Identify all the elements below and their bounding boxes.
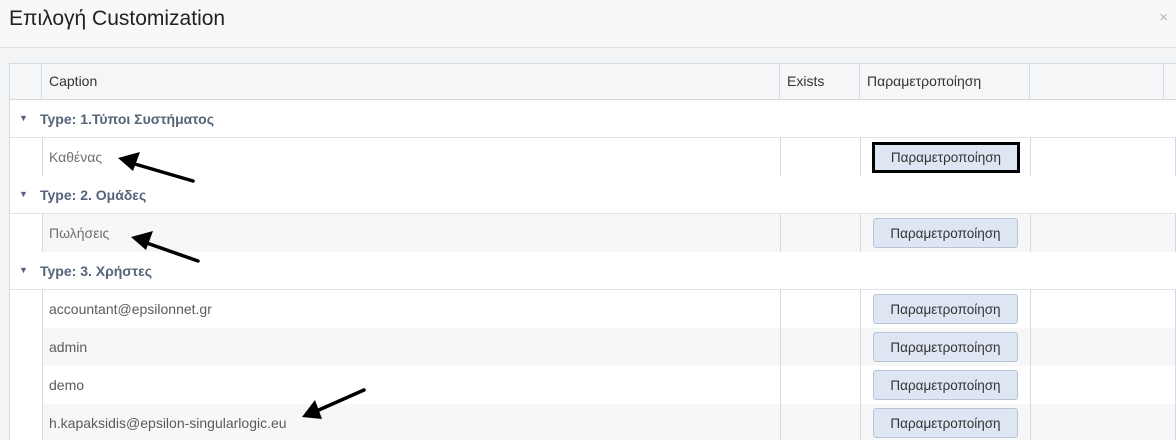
close-icon[interactable]: × — [1159, 10, 1168, 25]
row-extra — [1030, 138, 1176, 176]
row-extra — [1030, 290, 1176, 328]
row-caption: h.kapaksidis@epsilon-singularlogic.eu — [42, 404, 780, 440]
row-param-cell: Παραμετροποίηση — [860, 290, 1030, 328]
customization-grid: Caption Exists Παραμετροποίηση ▼ Type: 1… — [9, 63, 1176, 440]
column-header-extra — [1030, 64, 1164, 99]
collapse-triangle-icon[interactable]: ▼ — [19, 189, 28, 199]
column-header-caption[interactable]: Caption — [42, 64, 780, 99]
table-row[interactable]: Πωλήσεις Παραμετροποίηση — [42, 214, 1176, 252]
group-row[interactable]: ▼ Type: 3. Χρήστες — [10, 252, 1176, 290]
group-label: Type: 2. Ομάδες — [40, 187, 147, 203]
row-caption: Καθένας — [42, 138, 780, 176]
row-extra — [1030, 214, 1176, 252]
table-row[interactable]: Καθένας Παραμετροποίηση — [42, 138, 1176, 176]
row-caption: demo — [42, 366, 780, 404]
table-row[interactable]: accountant@epsilonnet.gr Παραμετροποίηση — [42, 290, 1176, 328]
row-caption: Πωλήσεις — [42, 214, 780, 252]
column-header-param[interactable]: Παραμετροποίηση — [860, 64, 1030, 99]
table-row[interactable]: h.kapaksidis@epsilon-singularlogic.eu Πα… — [42, 404, 1176, 440]
row-caption: admin — [42, 328, 780, 366]
row-exists — [780, 366, 860, 404]
row-extra — [1030, 328, 1176, 366]
param-button[interactable]: Παραμετροποίηση — [872, 142, 1020, 173]
param-button[interactable]: Παραμετροποίηση — [873, 332, 1018, 362]
row-param-cell: Παραμετροποίηση — [860, 214, 1030, 252]
row-param-cell: Παραμετροποίηση — [860, 366, 1030, 404]
collapse-triangle-icon[interactable]: ▼ — [19, 113, 28, 123]
row-exists — [780, 290, 860, 328]
group-row[interactable]: ▼ Type: 2. Ομάδες — [10, 176, 1176, 214]
param-button[interactable]: Παραμετροποίηση — [873, 294, 1018, 324]
param-button[interactable]: Παραμετροποίηση — [873, 408, 1018, 438]
table-row[interactable]: demo Παραμετροποίηση — [42, 366, 1176, 404]
dialog-header: Επιλογή Customization × — [0, 0, 1176, 48]
group-label: Type: 1.Τύποι Συστήματος — [40, 111, 214, 127]
grid-header: Caption Exists Παραμετροποίηση — [10, 64, 1176, 100]
param-button[interactable]: Παραμετροποίηση — [873, 370, 1018, 400]
row-exists — [780, 404, 860, 440]
row-exists — [780, 138, 860, 176]
dialog-title: Επιλογή Customization — [9, 7, 226, 30]
row-exists — [780, 214, 860, 252]
row-extra — [1030, 366, 1176, 404]
row-param-cell: Παραμετροποίηση — [860, 404, 1030, 440]
group-label: Type: 3. Χρήστες — [40, 263, 153, 279]
group-indent-header — [10, 64, 42, 99]
column-header-exists[interactable]: Exists — [780, 64, 860, 99]
group-row[interactable]: ▼ Type: 1.Τύποι Συστήματος — [10, 100, 1176, 138]
row-param-cell: Παραμετροποίηση — [860, 328, 1030, 366]
row-caption: accountant@epsilonnet.gr — [42, 290, 780, 328]
param-button[interactable]: Παραμετροποίηση — [873, 218, 1018, 248]
row-extra — [1030, 404, 1176, 440]
table-row[interactable]: admin Παραμετροποίηση — [42, 328, 1176, 366]
row-exists — [780, 328, 860, 366]
collapse-triangle-icon[interactable]: ▼ — [19, 265, 28, 275]
row-param-cell: Παραμετροποίηση — [860, 138, 1030, 176]
